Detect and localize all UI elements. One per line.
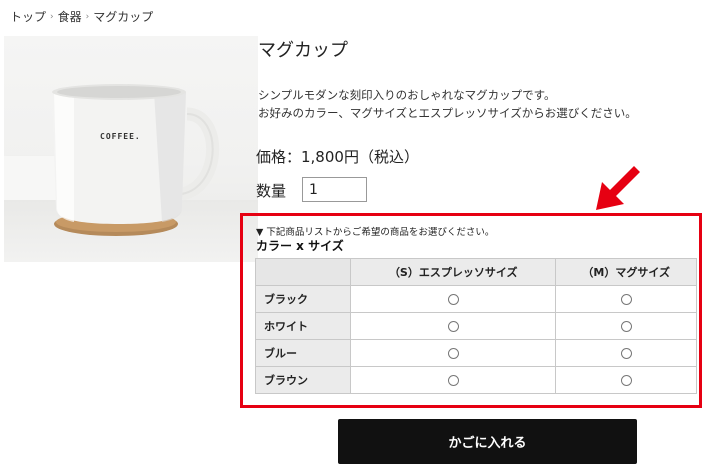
red-arrow-icon: [596, 166, 640, 210]
row-label-white: ホワイト: [255, 312, 351, 340]
description-line: シンプルモダンな刻印入りのおしゃれなマグカップです。: [258, 88, 556, 102]
option-cell: [349, 339, 557, 367]
quantity-label: 数量: [256, 182, 287, 200]
radio-blue-mug[interactable]: [620, 348, 632, 359]
radio-white-mug[interactable]: [620, 321, 632, 332]
option-cell: [555, 366, 697, 394]
product-title: マグカップ: [258, 40, 348, 61]
column-espresso-size: （S）エスプレッソサイズ: [349, 258, 557, 286]
mug-illustration: COFFEE.: [52, 84, 220, 236]
option-cell: [349, 312, 557, 340]
radio-blue-espresso[interactable]: [447, 348, 459, 359]
table-row: ブラウン: [255, 366, 697, 394]
breadcrumb-top[interactable]: トップ: [10, 8, 46, 25]
radio-black-espresso[interactable]: [447, 294, 459, 305]
radio-black-mug[interactable]: [620, 294, 632, 305]
product-description: シンプルモダンな刻印入りのおしゃれなマグカップです。 お好みのカラー、マグサイズ…: [258, 86, 637, 122]
radio-brown-espresso[interactable]: [447, 375, 459, 386]
price-label: 価格：1,800円（税込）: [256, 148, 419, 166]
breadcrumb: トップ › 食器 › マグカップ: [10, 8, 153, 25]
column-mug-size: （M）マグサイズ: [555, 258, 697, 286]
matrix-corner: [255, 258, 351, 286]
row-label-blue: ブルー: [255, 339, 351, 367]
matrix-header-row: （S）エスプレッソサイズ （M）マグサイズ: [255, 258, 697, 286]
row-label-brown: ブラウン: [255, 366, 351, 394]
description-line: お好みのカラー、マグサイズとエスプレッソサイズからお選びください。: [258, 106, 637, 120]
table-row: ブルー: [255, 339, 697, 367]
table-row: ホワイト: [255, 312, 697, 340]
option-cell: [349, 366, 557, 394]
option-cell: [349, 285, 557, 313]
product-image: COFFEE.: [4, 36, 258, 262]
chevron-right-icon: ›: [50, 11, 54, 22]
option-cell: [555, 339, 697, 367]
add-to-cart-button[interactable]: かごに入れる: [338, 419, 637, 464]
breadcrumb-current: マグカップ: [93, 10, 154, 24]
breadcrumb-tableware[interactable]: 食器: [58, 8, 82, 25]
table-row: ブラック: [255, 285, 697, 313]
quantity-input[interactable]: [302, 177, 367, 202]
chevron-right-icon: ›: [85, 11, 90, 22]
radio-brown-mug[interactable]: [620, 375, 632, 386]
mug-text: COFFEE.: [100, 132, 141, 141]
variant-matrix: （S）エスプレッソサイズ （M）マグサイズ ブラック ホワイト ブルー ブラウン: [255, 258, 697, 394]
radio-white-espresso[interactable]: [447, 321, 459, 332]
option-cell: [555, 312, 697, 340]
options-title: カラー x サイズ: [256, 239, 344, 253]
selection-hint: ▼ 下記商品リストからご希望の商品をお選びください。: [256, 227, 495, 238]
option-cell: [555, 285, 697, 313]
row-label-black: ブラック: [255, 285, 351, 313]
